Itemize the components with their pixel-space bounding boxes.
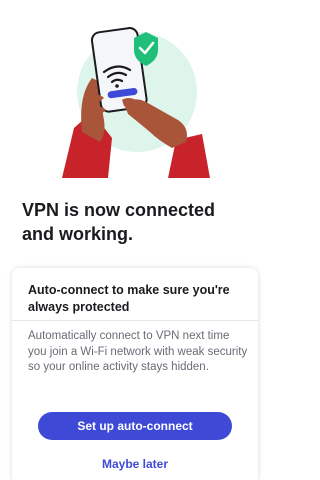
auto-connect-card: Auto-connect to make sure you're always … bbox=[12, 268, 258, 480]
set-up-auto-connect-button[interactable]: Set up auto-connect bbox=[38, 412, 232, 440]
page-title: VPN is now connected and working. bbox=[22, 200, 216, 244]
card-description: Automatically connect to VPN next time y… bbox=[28, 330, 248, 373]
phone-wifi-illustration bbox=[0, 0, 270, 185]
vpn-connected-screen: VPN is now connected and working. Auto-c… bbox=[0, 0, 270, 480]
maybe-later-button[interactable]: Maybe later bbox=[72, 454, 198, 474]
card-divider bbox=[12, 320, 258, 321]
card-title: Auto-connect to make sure you're always … bbox=[28, 283, 230, 314]
